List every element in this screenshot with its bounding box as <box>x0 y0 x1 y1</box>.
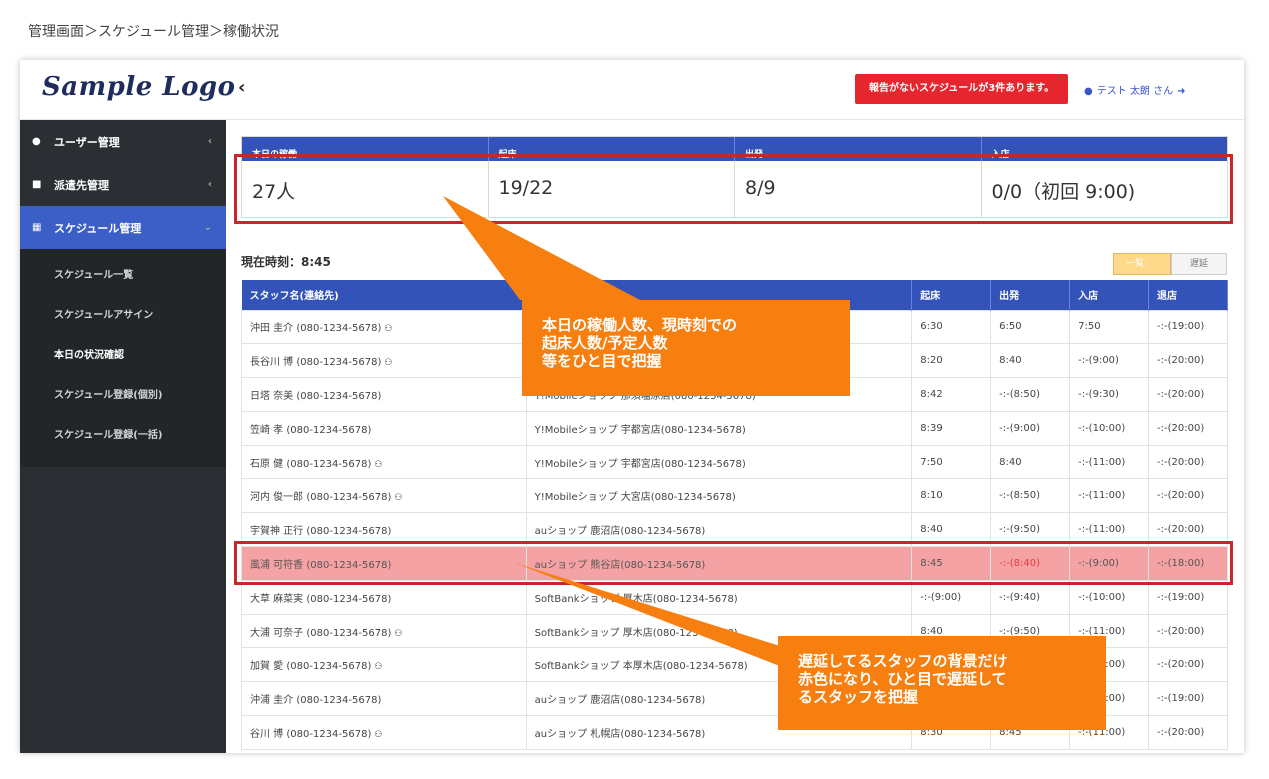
callout-line: 等をひと目で把握 <box>542 352 662 370</box>
callout-stats: 本日の稼働人数、現時刻での 起床人数/予定人数 等をひと目で把握 <box>522 300 850 396</box>
callout-line: 赤色になり、ひと目で遅延して <box>798 670 1007 688</box>
callout-arrow-top <box>443 196 640 300</box>
callout-line: るスタッフを把握 <box>798 688 919 706</box>
callout-line: 起床人数/予定人数 <box>542 334 668 352</box>
callout-line: 本日の稼働人数、現時刻での <box>542 316 738 334</box>
callout-arrow-bottom <box>515 563 790 670</box>
breadcrumb: 管理画面＞スケジュール管理＞稼働状況 <box>28 24 280 40</box>
app-window: Sample Logo ‹ 報告がないスケジュールが3件あります。 ● テスト 太… <box>20 60 1244 753</box>
callout-line: 遅延してるスタッフの背景だけ <box>798 652 1008 670</box>
callout-late: 遅延してるスタッフの背景だけ 赤色になり、ひと目で遅延して るスタッフを把握 <box>778 636 1106 730</box>
